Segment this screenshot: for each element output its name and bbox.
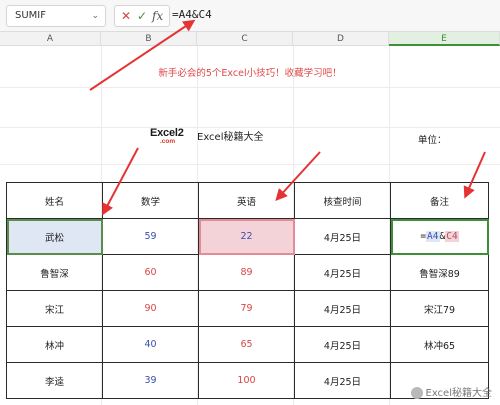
header-name[interactable]: 姓名 xyxy=(6,182,103,219)
cell-math[interactable]: 40 xyxy=(102,326,199,363)
column-header-a[interactable]: A xyxy=(0,32,101,46)
sheet-title: 新手必会的5个Excel小技巧！收藏学习吧！ xyxy=(158,68,342,79)
cell-note[interactable]: 林冲65 xyxy=(390,326,489,363)
cell-name[interactable]: 林冲 xyxy=(6,326,103,363)
formula-input[interactable]: =A4&C4 xyxy=(172,6,212,24)
unit-label: 单位： xyxy=(418,135,447,146)
table-row: 林冲 40 65 4月25日 林冲65 xyxy=(6,326,489,363)
confirm-icon[interactable]: ✓ xyxy=(137,9,147,23)
cell-date[interactable]: 4月25日 xyxy=(294,326,391,363)
cell-date[interactable]: 4月25日 xyxy=(294,254,391,291)
cell-note-editing[interactable]: =A4&C4 xyxy=(390,218,489,255)
cell-date[interactable]: 4月25日 xyxy=(294,218,391,255)
cell-math[interactable]: 60 xyxy=(102,254,199,291)
table-row: 武松 59 22 4月25日 =A4&C4 xyxy=(6,218,489,255)
watermark: Excel秘籍大全 xyxy=(410,384,493,399)
header-math[interactable]: 数学 xyxy=(102,182,199,219)
cell-note[interactable]: 宋江79 xyxy=(390,290,489,327)
watermark-text: Excel秘籍大全 xyxy=(425,388,493,399)
name-box-value: SUMIF xyxy=(15,10,46,21)
cell-english[interactable]: 79 xyxy=(198,290,295,327)
column-header-e[interactable]: E xyxy=(389,32,500,46)
cell-math[interactable]: 39 xyxy=(102,362,199,399)
cell-english-c4[interactable]: 22 xyxy=(198,218,295,255)
brand-logo: Excel2 .com xyxy=(150,127,184,145)
function-icon[interactable]: fx xyxy=(152,9,163,23)
name-box[interactable]: SUMIF ⌄ xyxy=(6,5,106,27)
brand-name: Excel秘籍大全 xyxy=(197,132,264,143)
formula-controls: ✕ ✓ fx xyxy=(114,5,170,27)
cell-english[interactable]: 65 xyxy=(198,326,295,363)
formula-bar: SUMIF ⌄ ✕ ✓ fx =A4&C4 xyxy=(0,0,500,32)
cell-name[interactable]: 宋江 xyxy=(6,290,103,327)
header-check-time[interactable]: 核查时间 xyxy=(294,182,391,219)
column-headers: A B C D E xyxy=(0,32,500,46)
cell-name[interactable]: 鲁智深 xyxy=(6,254,103,291)
cell-note[interactable]: 鲁智深89 xyxy=(390,254,489,291)
cell-date[interactable]: 4月25日 xyxy=(294,362,391,399)
table-header-row: 姓名 数学 英语 核查时间 备注 xyxy=(6,182,489,219)
score-table: 姓名 数学 英语 核查时间 备注 武松 59 22 4月25日 =A4&C4 鲁… xyxy=(6,182,489,399)
chevron-down-icon[interactable]: ⌄ xyxy=(91,6,99,26)
column-header-c[interactable]: C xyxy=(197,32,293,46)
column-header-d[interactable]: D xyxy=(293,32,389,46)
cell-name[interactable]: 李逵 xyxy=(6,362,103,399)
table-row: 宋江 90 79 4月25日 宋江79 xyxy=(6,290,489,327)
watermark-icon xyxy=(410,387,423,399)
cell-name-a4[interactable]: 武松 xyxy=(6,218,103,255)
cell-english[interactable]: 100 xyxy=(198,362,295,399)
table-row: 鲁智深 60 89 4月25日 鲁智深89 xyxy=(6,254,489,291)
cell-math[interactable]: 59 xyxy=(102,218,199,255)
cell-date[interactable]: 4月25日 xyxy=(294,290,391,327)
header-english[interactable]: 英语 xyxy=(198,182,295,219)
logo-sub-text: .com xyxy=(160,138,176,145)
cell-math[interactable]: 90 xyxy=(102,290,199,327)
formula-ref-a4: A4 xyxy=(426,231,440,242)
cancel-icon[interactable]: ✕ xyxy=(121,9,131,23)
column-header-b[interactable]: B xyxy=(101,32,197,46)
header-note[interactable]: 备注 xyxy=(390,182,489,219)
cell-english[interactable]: 89 xyxy=(198,254,295,291)
formula-ref-c4: C4 xyxy=(445,231,459,242)
